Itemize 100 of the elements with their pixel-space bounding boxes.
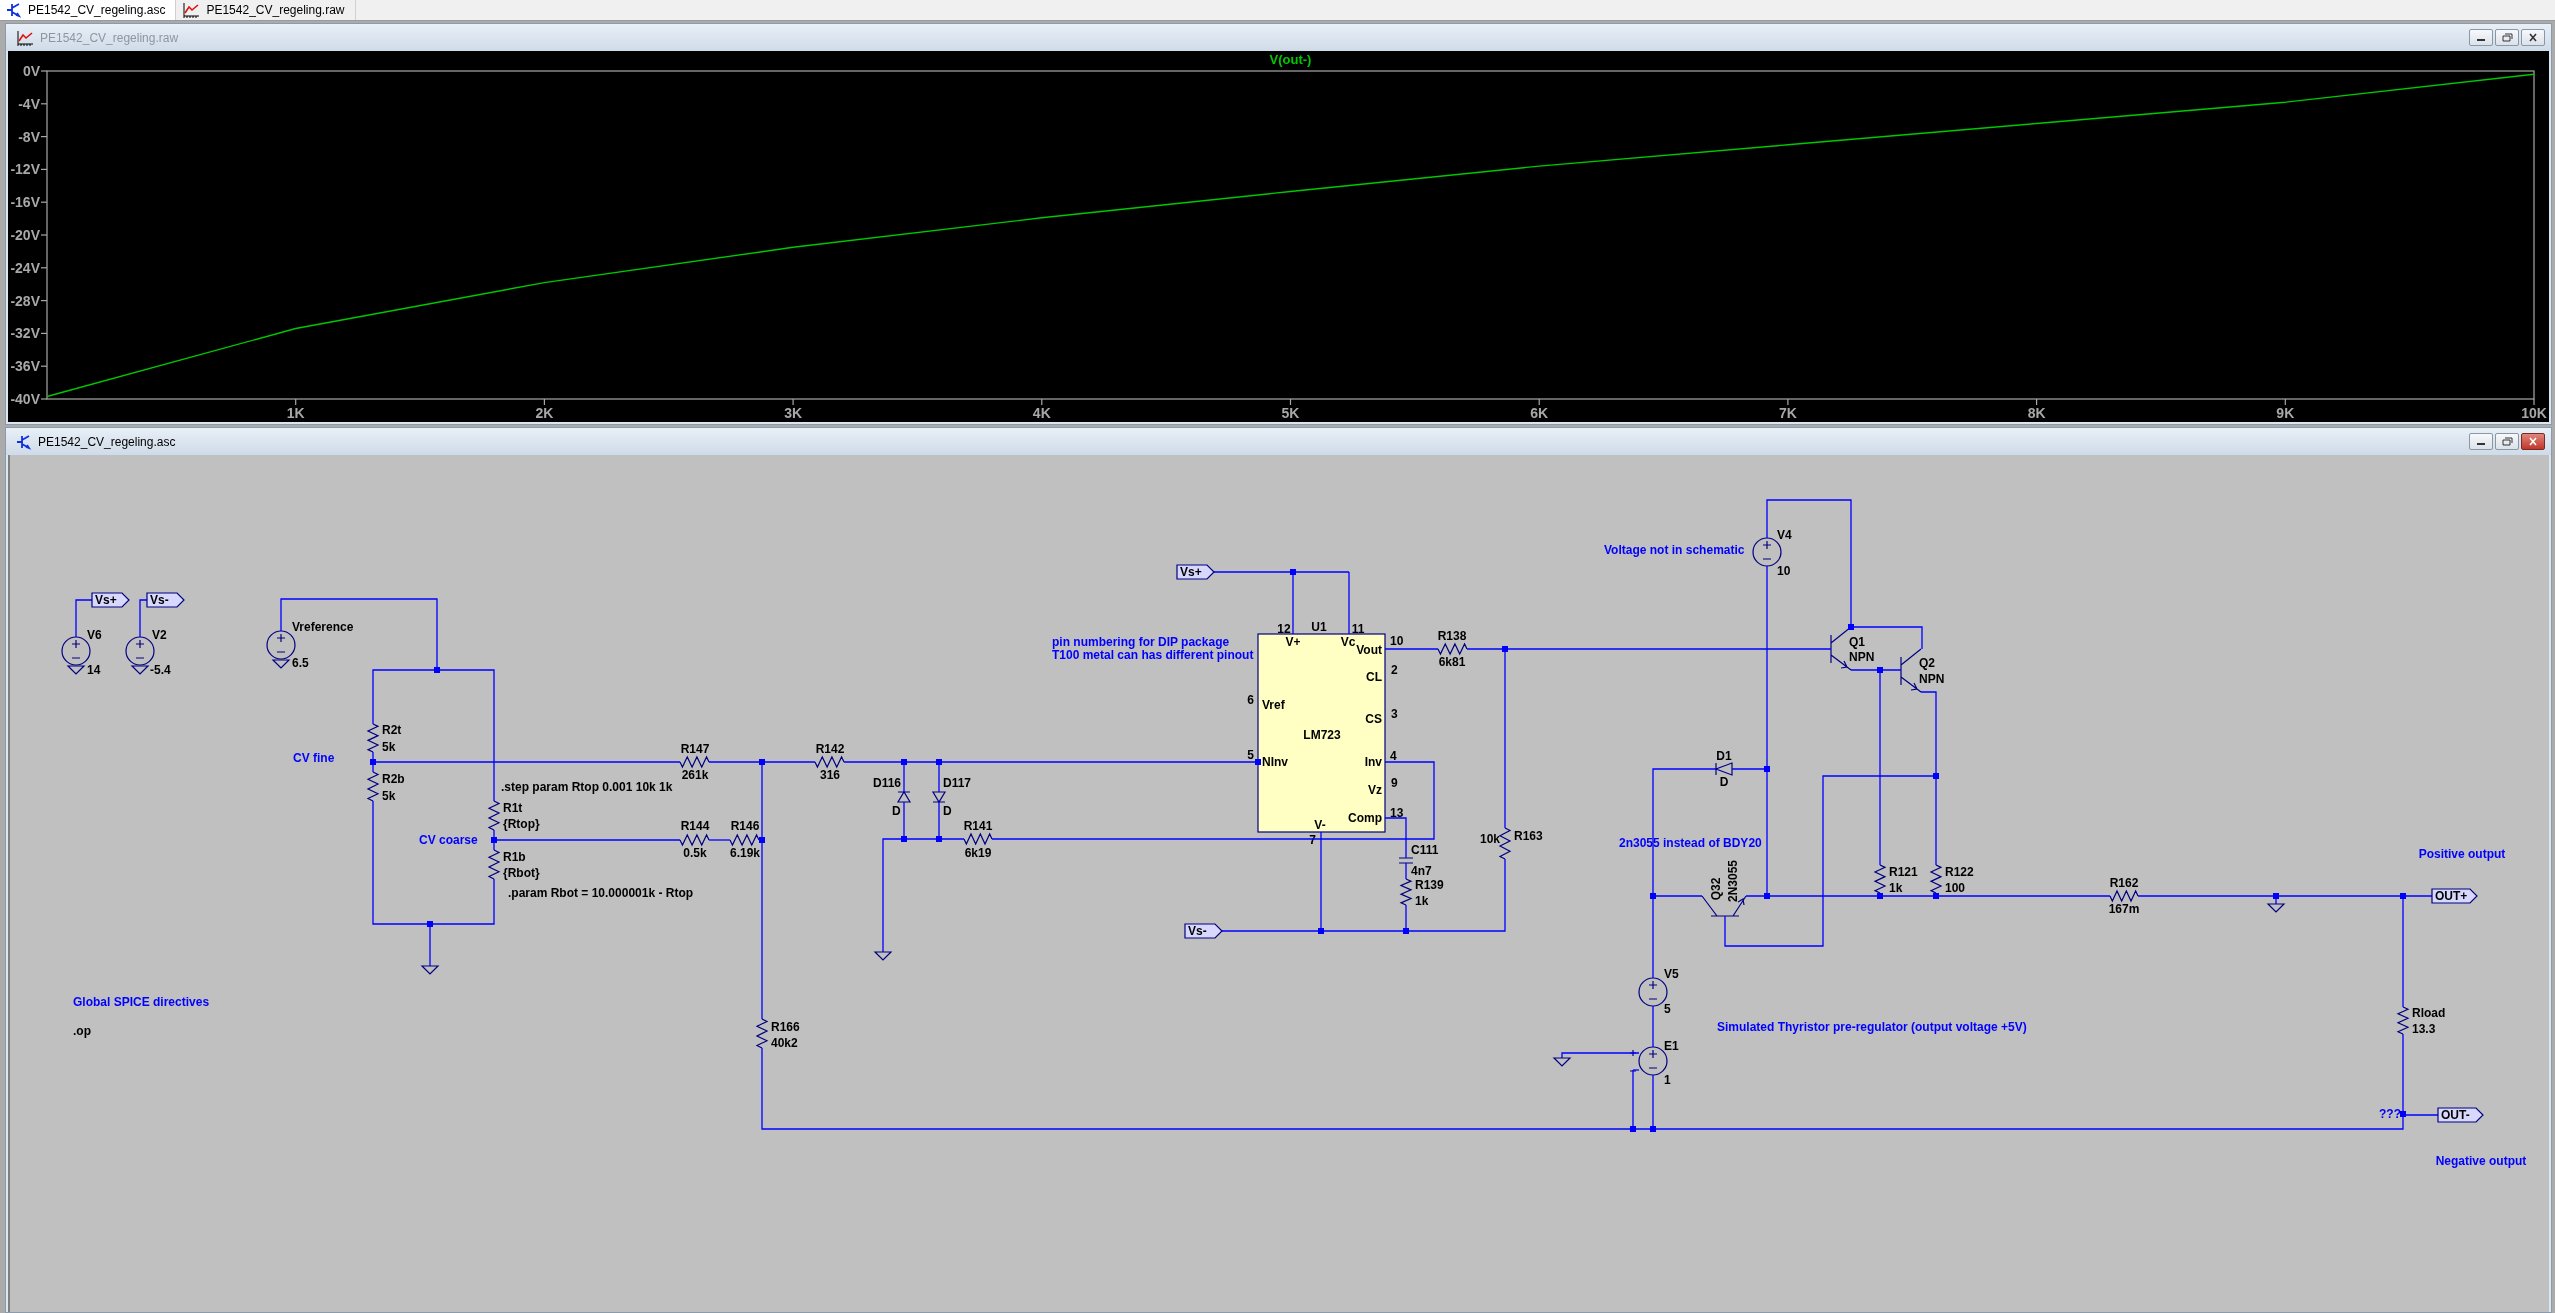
component-name: R122: [1945, 865, 1974, 879]
component-value: 167m: [2108, 902, 2140, 916]
resistor-symbol: [729, 833, 760, 847]
comment-text: Positive output: [2418, 847, 2506, 861]
net-label: Vs+: [91, 592, 130, 608]
component-name: R142: [815, 742, 845, 756]
component-value: -5.4: [150, 663, 171, 677]
component-value: 10: [1777, 564, 1791, 578]
restore-icon: [2501, 437, 2513, 446]
component-name: D116: [873, 776, 902, 790]
diode-symbol: [897, 791, 912, 803]
voltage-source-symbol: [266, 630, 296, 660]
pin-number: 10: [1390, 634, 1404, 648]
resistor-symbol: [1399, 878, 1413, 906]
tick-mark: [2284, 398, 2286, 406]
pin-name: Vz: [1368, 783, 1382, 797]
pin-name: CL: [1366, 670, 1382, 684]
component-name: Q1: [1849, 635, 1865, 649]
tick-mark: [40, 70, 48, 72]
pin-number: 5: [1247, 748, 1254, 762]
comment-text: Global SPICE directives: [73, 995, 210, 1009]
resistor-symbol: [755, 1018, 769, 1049]
diode-symbol: [932, 791, 947, 803]
pin-name: Inv: [1364, 755, 1382, 769]
resistor-symbol: [487, 849, 501, 880]
component-name: C111: [1411, 843, 1439, 857]
tick-mark: [1041, 398, 1043, 406]
component-value: {Rtop}: [503, 817, 540, 831]
tick-mark: [1538, 398, 1540, 406]
tick-mark: [543, 398, 545, 406]
component-name: R141: [963, 819, 993, 833]
comment-text: Simulated Thyristor pre-regulator (output voltage +5V): [1717, 1020, 2027, 1034]
component-value: NPN: [1919, 672, 1945, 686]
trace-name: V(out-): [1269, 52, 1312, 67]
comment-text: Voltage not in schematic: [1604, 543, 1745, 557]
tab[interactable]: PE1542_CV_regeling.raw: [176, 0, 356, 20]
component-name: Vreference: [292, 620, 354, 634]
minimize-button[interactable]: [2469, 433, 2493, 450]
pin-name: Comp: [1348, 811, 1382, 825]
axis-tick-label: 8K: [2027, 405, 2046, 421]
tick-mark: [40, 103, 48, 105]
spice-directive: .step param Rtop 0.001 10k 1k: [501, 780, 673, 794]
axis-tick-label: -16V: [10, 194, 40, 211]
axis-tick-label: -12V: [10, 161, 40, 178]
net-label: Vs-: [1184, 923, 1223, 939]
ground-symbol: [1552, 1057, 1572, 1067]
component-value: 2N3055: [1726, 860, 1740, 902]
chart-icon: [16, 29, 34, 46]
component-name: R146: [730, 819, 760, 833]
axis-tick-label: 0V: [22, 63, 40, 79]
tick-mark: [792, 398, 794, 406]
transistor-icon: [6, 2, 22, 18]
pin-number: 12: [1277, 622, 1291, 636]
axis-tick-label: 4K: [1032, 405, 1051, 421]
component-value: 1k: [1415, 894, 1429, 908]
component-name: R138: [1437, 629, 1467, 643]
spice-directive: .param Rbot = 10.000001k - Rtop: [508, 886, 694, 900]
component-value: 10k: [1479, 832, 1500, 846]
tick-mark: [40, 168, 48, 170]
component-name: V2: [152, 628, 167, 642]
component-name: D1: [1716, 749, 1732, 763]
ground-symbol: [66, 665, 86, 675]
component-name: R139: [1415, 878, 1444, 892]
component-value: 100: [1945, 881, 1966, 895]
component-value: 6.5: [292, 656, 309, 670]
axis-tick-label: -32V: [10, 325, 40, 342]
component-value: D: [1719, 775, 1729, 789]
tick-mark: [40, 267, 48, 269]
window-title: PE1542_CV_regeling.raw: [40, 30, 180, 45]
axis-tick-label: 1K: [286, 405, 305, 421]
component-value: NPN: [1849, 650, 1875, 664]
ground-symbol: [2266, 903, 2286, 913]
pin-number: 9: [1391, 776, 1398, 790]
component-name: D117: [943, 776, 972, 790]
comment-text: ???: [2379, 1107, 2401, 1121]
voltage-source-symbol: [1752, 537, 1782, 567]
axis-tick-label: -28V: [10, 292, 40, 309]
component-value: 40k2: [771, 1036, 798, 1050]
pin-name: CS: [1365, 712, 1382, 726]
transistor-icon: [16, 433, 32, 450]
resistor-symbol: [366, 723, 380, 753]
tick-mark: [1289, 398, 1292, 406]
close-button[interactable]: [2521, 433, 2545, 450]
tab[interactable]: PE1542_CV_regeling.asc: [0, 0, 177, 20]
comment-text: CV coarse: [419, 833, 478, 847]
axis-tick-label: -40V: [10, 391, 40, 407]
tick-mark: [40, 365, 48, 367]
resistor-symbol: [679, 833, 710, 847]
wire: [708, 839, 731, 841]
resistor-symbol: [1498, 827, 1512, 860]
net-label: OUT+: [2431, 888, 2478, 904]
component-value: 1: [1664, 1073, 1671, 1087]
resistor-symbol: [814, 755, 845, 769]
component-name: U1: [1311, 620, 1327, 634]
close-icon: [2528, 437, 2538, 446]
component-value: D: [943, 804, 952, 818]
resistor-symbol: [679, 755, 710, 769]
component-name: R2t: [382, 723, 402, 737]
component-name: V4: [1777, 528, 1792, 542]
diode-symbol: [1715, 762, 1733, 776]
